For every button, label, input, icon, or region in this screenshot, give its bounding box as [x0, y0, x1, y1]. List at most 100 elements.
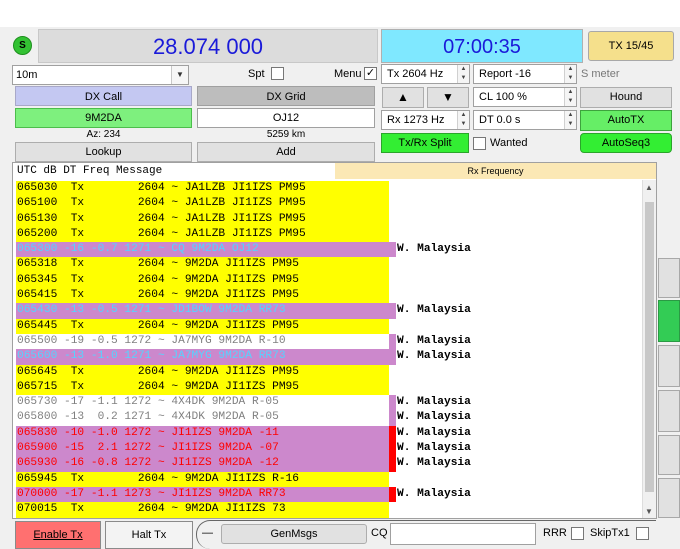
autotx-button[interactable]: AutoTX — [580, 110, 672, 131]
spin-arrows-icon[interactable]: ▲ ▼ — [564, 88, 576, 106]
decode-message: 065830 -10 -1.0 1272 ~ JI1IZS 9M2DA -11 — [16, 425, 389, 442]
status-s-icon[interactable]: S — [13, 36, 32, 55]
decode-row[interactable]: 065345 Tx 2604 ~ 9M2DA JI1IZS PM95 — [16, 272, 642, 289]
decode-country: W. Malaysia — [397, 350, 471, 363]
rx-marker — [389, 319, 396, 334]
decode-row[interactable]: 070015 Tx 2604 ~ 9M2DA JI1IZS 73 — [16, 502, 642, 518]
rx-frequency-spinbox[interactable]: Rx 1273 Hz ▲ ▼ — [381, 110, 470, 130]
enable-tx-button[interactable]: Enable Tx — [15, 521, 101, 549]
decode-row[interactable]: 065930 -16 -0.8 1272 ~ JI1IZS 9M2DA -12 W… — [16, 456, 642, 472]
decode-message: 065800 -13 0.2 1271 ~ 4X4DK 9M2DA R-05 — [16, 410, 389, 426]
decode-country: W. Malaysia — [397, 457, 471, 470]
decode-row[interactable]: 065945 Tx 2604 ~ 9M2DA JI1IZS R-16 — [16, 471, 642, 487]
decode-row[interactable]: 065200 Tx 2604 ~ JA1LZB JI1IZS PM95 — [16, 226, 642, 243]
rx-marker — [389, 181, 396, 196]
chevron-down-icon[interactable]: ▼ — [171, 66, 188, 84]
rx-marker — [389, 242, 396, 258]
rx-marker — [389, 257, 396, 272]
azimuth-readout: Az: 234 — [86, 129, 121, 140]
decode-row[interactable]: 065645 Tx 2604 ~ 9M2DA JI1IZS PM95 — [16, 364, 642, 380]
decode-row[interactable]: 065830 -10 -1.0 1272 ~ JI1IZS 9M2DA -11 W… — [16, 425, 642, 442]
decode-scrollbar[interactable]: ▲ ▼ — [642, 180, 656, 518]
spin-arrows-icon[interactable]: ▲ ▼ — [457, 111, 469, 129]
hound-button[interactable]: Hound — [580, 87, 672, 108]
decode-row[interactable]: 065100 Tx 2604 ~ JA1LZB JI1IZS PM95 — [16, 196, 642, 212]
decode-message: 065415 Tx 2604 ~ 9M2DA JI1IZS PM95 — [16, 288, 389, 304]
decode-row[interactable]: 065130 Tx 2604 ~ JA1LZB JI1IZS PM95 — [16, 211, 642, 227]
rx-marker — [389, 303, 396, 319]
side-button-6[interactable] — [658, 478, 680, 518]
decode-header: UTC dB DT Freq Message Rx Frequency — [13, 163, 656, 179]
decode-list[interactable]: 065030 Tx 2604 ~ JA1LZB JI1IZS PM95 06510… — [16, 181, 642, 518]
decode-row[interactable]: 065445 Tx 2604 ~ 9M2DA JI1IZS PM95 — [16, 318, 642, 334]
decode-row[interactable]: 070000 -17 -1.1 1273 ~ JI1IZS 9M2DA RR73… — [16, 486, 642, 503]
autoseq-button[interactable]: AutoSeq3 — [580, 133, 672, 153]
tx-frequency-spinbox[interactable]: Tx 2604 Hz ▲ ▼ — [381, 64, 470, 84]
dx-grid-label: DX Grid — [197, 86, 375, 106]
freq-up-button[interactable]: ▲ — [382, 87, 424, 108]
rx-marker — [389, 425, 396, 442]
decode-row[interactable]: 065600 -13 -1.0 1271 ~ JA7MYG 9M2DA RR73… — [16, 349, 642, 365]
rrr-checkbox[interactable] — [571, 527, 584, 540]
enable-tx-label: Enable Tx — [33, 529, 83, 541]
cl-value: CL 100 % — [479, 91, 527, 103]
cl-spinbox[interactable]: CL 100 % ▲ ▼ — [473, 87, 577, 107]
scroll-up-icon[interactable]: ▲ — [645, 183, 653, 192]
dx-grid-input[interactable]: OJ12 — [197, 108, 375, 128]
scroll-down-icon[interactable]: ▼ — [645, 507, 653, 516]
side-button-5[interactable] — [658, 435, 680, 475]
rx-frequency-value: Rx 1273 Hz — [387, 114, 445, 126]
menu-checkbox[interactable]: ✓ — [364, 67, 377, 80]
scroll-thumb[interactable] — [645, 202, 654, 492]
side-button-3[interactable] — [658, 345, 680, 387]
dx-call-input[interactable]: 9M2DA — [15, 108, 192, 128]
rx-marker — [389, 472, 396, 487]
freq-down-button[interactable]: ▼ — [427, 87, 469, 108]
s-meter-label: S meter — [581, 68, 620, 80]
decode-row[interactable]: 065300 -16 -0.7 1271 ~ CQ 9M2DA OJ12 W. M… — [16, 242, 642, 258]
utc-clock-display: 07:00:35 — [381, 29, 583, 63]
rx-marker — [389, 441, 396, 457]
rx-marker — [389, 456, 396, 472]
add-button[interactable]: Add — [197, 142, 375, 162]
title-strip — [0, 0, 680, 27]
menu-label: Menu — [334, 68, 362, 80]
decode-row[interactable]: 065900 -15 2.1 1272 ~ JI1IZS 9M2DA -07 W.… — [16, 441, 642, 457]
decode-country: W. Malaysia — [397, 334, 471, 347]
decode-country: W. Malaysia — [397, 442, 471, 455]
dial-frequency-display: 28.074 000 — [38, 29, 378, 63]
halt-tx-button[interactable]: Halt Tx — [105, 521, 193, 549]
side-button-2[interactable] — [658, 300, 680, 342]
rrr-label: RRR — [543, 527, 567, 539]
skiptx1-checkbox[interactable] — [636, 527, 649, 540]
decode-message: 065300 -16 -0.7 1271 ~ CQ 9M2DA OJ12 — [16, 242, 389, 258]
report-spinbox[interactable]: Report -16 ▲ ▼ — [473, 64, 577, 84]
decode-row[interactable]: 065715 Tx 2604 ~ 9M2DA JI1IZS PM95 — [16, 379, 642, 396]
dt-spinbox[interactable]: DT 0.0 s ▲ ▼ — [473, 110, 577, 130]
side-button-4[interactable] — [658, 390, 680, 432]
decode-row[interactable]: 065030 Tx 2604 ~ JA1LZB JI1IZS PM95 — [16, 181, 642, 197]
decode-row[interactable]: 065318 Tx 2604 ~ 9M2DA JI1IZS PM95 — [16, 257, 642, 273]
cq-input[interactable] — [390, 523, 536, 545]
side-button-1[interactable] — [658, 258, 680, 298]
genmsgs-button[interactable]: GenMsgs — [221, 524, 367, 544]
band-select[interactable]: 10m ▼ — [12, 65, 189, 85]
decode-row[interactable]: 065730 -17 -1.1 1272 ~ 4X4DK 9M2DA R-05 W… — [16, 395, 642, 411]
decode-row[interactable]: 065800 -13 0.2 1271 ~ 4X4DK 9M2DA R-05 W.… — [16, 410, 642, 426]
spin-arrows-icon[interactable]: ▲ ▼ — [564, 65, 576, 83]
spin-arrows-icon[interactable]: ▲ ▼ — [564, 111, 576, 129]
tx-counter-button[interactable]: TX 15/45 — [588, 31, 674, 61]
spin-arrows-icon[interactable]: ▲ ▼ — [457, 65, 469, 83]
tx-rx-split-button[interactable]: Tx/Rx Split — [381, 133, 469, 153]
decode-row[interactable]: 065415 Tx 2604 ~ 9M2DA JI1IZS PM95 — [16, 288, 642, 304]
decode-message: 070015 Tx 2604 ~ 9M2DA JI1IZS 73 — [16, 502, 389, 518]
arrow-up-icon: ▲ — [397, 90, 409, 104]
lookup-button[interactable]: Lookup — [15, 142, 192, 162]
decode-row[interactable]: 065500 -19 -0.5 1272 ~ JA7MYG 9M2DA R-10… — [16, 333, 642, 350]
wanted-checkbox[interactable] — [473, 137, 486, 150]
decode-row[interactable]: 065430 -13 -0.5 1271 ~ JD1BOW 9M2DA RR73… — [16, 303, 642, 319]
rx-marker — [389, 227, 396, 242]
spt-checkbox[interactable] — [271, 67, 284, 80]
halt-tx-label: Halt Tx — [131, 529, 167, 541]
decode-message: 065730 -17 -1.1 1272 ~ 4X4DK 9M2DA R-05 — [16, 395, 389, 411]
